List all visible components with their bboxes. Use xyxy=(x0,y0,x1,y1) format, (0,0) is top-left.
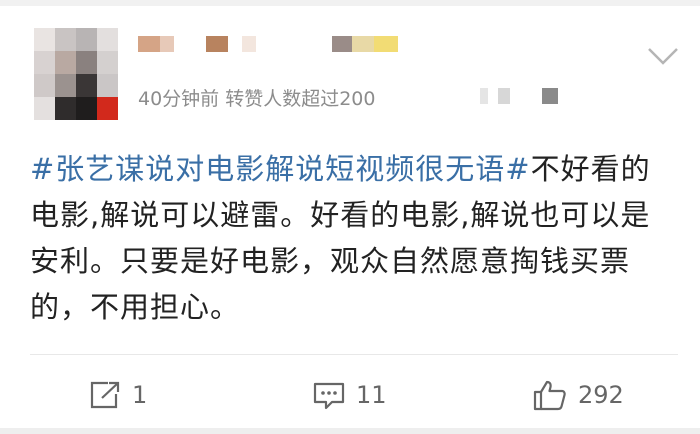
repost-count: 1 xyxy=(132,381,148,409)
topic-link[interactable]: #张艺谋说对电影解说短视频很无语# xyxy=(30,152,531,186)
avatar[interactable] xyxy=(34,28,118,120)
share-icon xyxy=(90,381,120,409)
comment-icon xyxy=(313,382,345,410)
bottom-edge xyxy=(0,428,700,434)
top-edge xyxy=(0,0,700,6)
meta-blurred xyxy=(480,88,562,106)
like-count: 292 xyxy=(578,381,624,409)
comment-button[interactable]: 11 xyxy=(312,376,387,414)
divider xyxy=(30,354,678,355)
comment-count: 11 xyxy=(356,381,387,409)
thumbs-up-icon xyxy=(533,380,566,411)
chevron-down-icon[interactable] xyxy=(646,44,680,68)
post-body: #张艺谋说对电影解说短视频很无语#不好看的电影,解说可以避雷。好看的电影,解说也… xyxy=(30,146,678,330)
post-meta: 40分钟前 转赞人数超过200 xyxy=(138,88,376,110)
username-blurred[interactable] xyxy=(138,36,428,54)
repost-button[interactable]: 1 xyxy=(88,376,147,414)
like-button[interactable]: 292 xyxy=(532,376,624,414)
